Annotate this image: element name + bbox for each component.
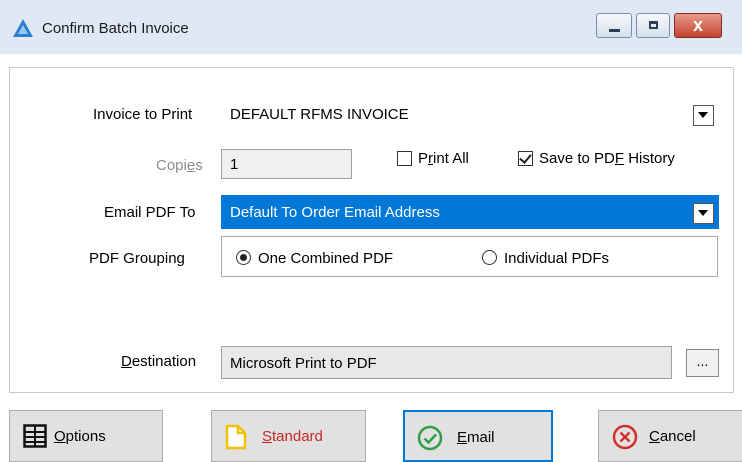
document-icon bbox=[225, 424, 247, 450]
close-button[interactable]: x bbox=[674, 13, 722, 38]
one-combined-pdf-label[interactable]: One Combined PDF bbox=[258, 250, 393, 267]
destination-label: Destination bbox=[121, 353, 197, 370]
cancel-circle-icon bbox=[612, 424, 638, 450]
email-pdf-to-label: Email PDF To bbox=[104, 204, 196, 221]
copies-input[interactable]: 1 bbox=[221, 149, 352, 179]
standard-button[interactable]: Standard bbox=[211, 410, 366, 462]
invoice-label: Invoice to Print bbox=[93, 106, 193, 123]
save-pdf-history-checkbox[interactable] bbox=[518, 151, 533, 166]
cancel-button[interactable]: Cancel bbox=[598, 410, 742, 462]
invoice-select[interactable]: DEFAULT RFMS INVOICE bbox=[221, 97, 719, 131]
individual-pdfs-label[interactable]: Individual PDFs bbox=[504, 250, 609, 267]
save-pdf-history-label[interactable]: Save to PDF History bbox=[539, 150, 675, 167]
window-title: Confirm Batch Invoice bbox=[42, 20, 189, 37]
cancel-label: Cancel bbox=[649, 428, 696, 445]
email-pdf-to-select[interactable]: Default To Order Email Address bbox=[221, 195, 719, 229]
individual-pdfs-radio[interactable] bbox=[482, 250, 497, 265]
close-icon: x bbox=[692, 15, 703, 35]
options-button[interactable]: Options bbox=[9, 410, 163, 462]
browse-button[interactable]: ... bbox=[686, 349, 719, 377]
email-label: Email bbox=[457, 429, 495, 446]
copies-label: Copies bbox=[156, 157, 203, 174]
dropdown-arrow-icon[interactable] bbox=[693, 105, 714, 126]
standard-label: Standard bbox=[262, 428, 323, 445]
copies-value: 1 bbox=[230, 156, 239, 173]
minimize-icon bbox=[609, 29, 620, 32]
minimize-button[interactable] bbox=[596, 13, 632, 38]
maximize-icon bbox=[649, 21, 658, 29]
print-all-label[interactable]: Print All bbox=[418, 150, 469, 167]
options-label: Options bbox=[54, 428, 106, 445]
invoice-value: DEFAULT RFMS INVOICE bbox=[230, 106, 409, 123]
check-circle-icon bbox=[417, 425, 443, 451]
print-all-checkbox[interactable] bbox=[397, 151, 412, 166]
dropdown-arrow-icon[interactable] bbox=[693, 203, 714, 224]
app-logo-icon bbox=[12, 18, 34, 38]
destination-value: Microsoft Print to PDF bbox=[230, 355, 377, 372]
email-pdf-to-value: Default To Order Email Address bbox=[230, 204, 440, 221]
grid-icon bbox=[23, 424, 47, 448]
destination-input[interactable]: Microsoft Print to PDF bbox=[221, 346, 672, 379]
one-combined-pdf-radio[interactable] bbox=[236, 250, 251, 265]
maximize-button[interactable] bbox=[636, 13, 670, 38]
email-button[interactable]: Email bbox=[403, 410, 553, 462]
pdf-grouping-label: PDF Grouping bbox=[89, 250, 185, 267]
